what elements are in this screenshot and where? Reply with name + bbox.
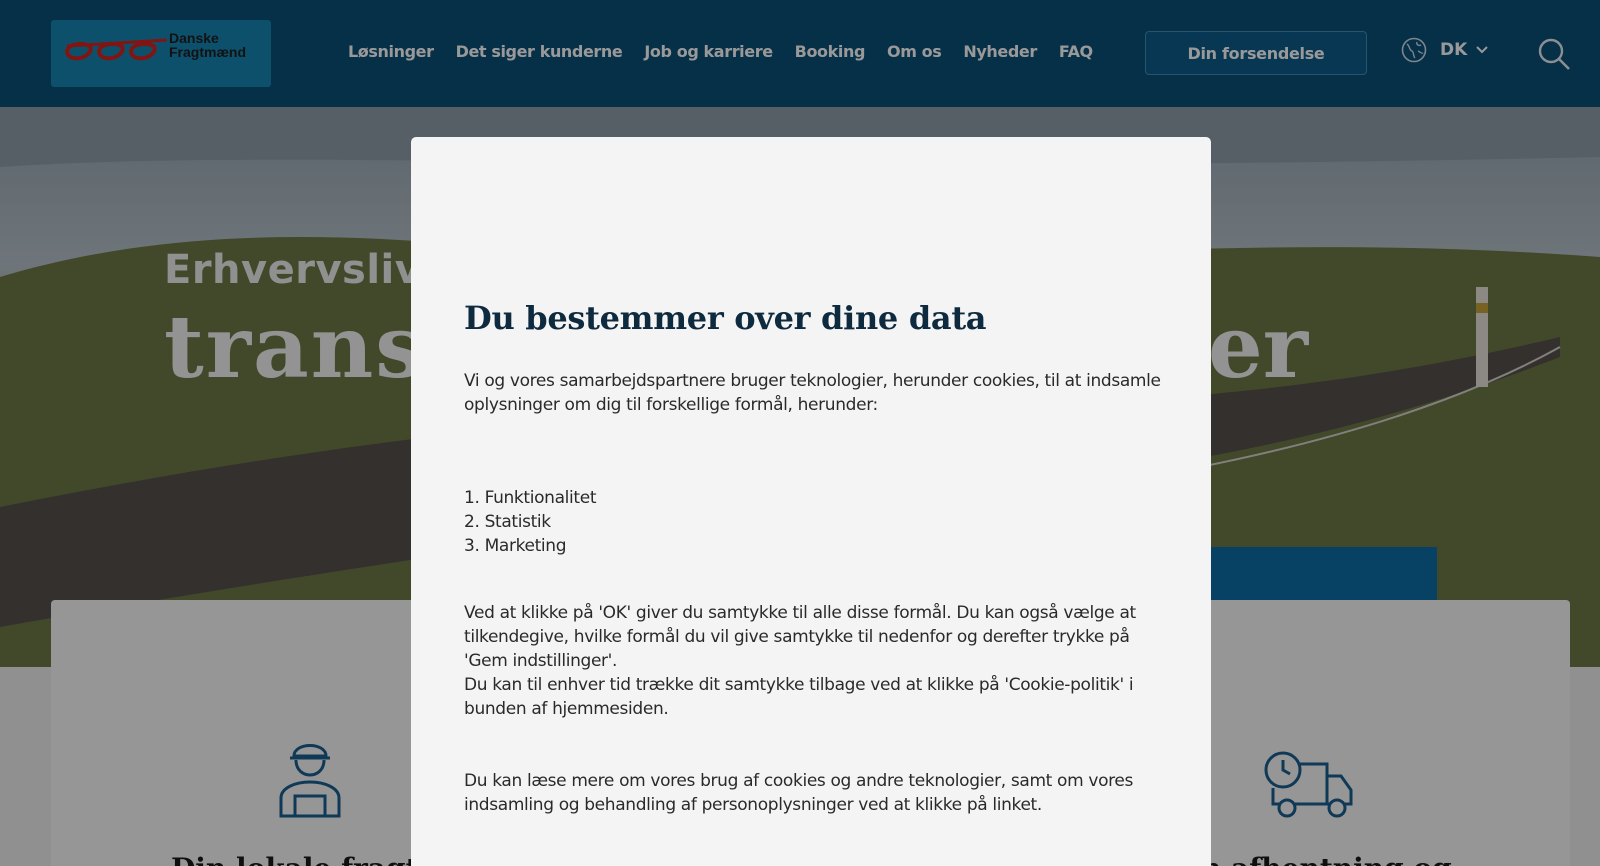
purpose-item-statistik: 2. Statistik [464, 512, 551, 532]
dialog-title: Du bestemmer over dine data [464, 299, 987, 337]
dialog-consent-text: Ved at klikke på 'OK' giver du samtykke … [464, 603, 1136, 671]
dialog-intro-text: Vi og vores samarbejdspartnere bruger te… [464, 371, 1161, 415]
purpose-item-marketing: 3. Marketing [464, 536, 567, 556]
purposes-list: 1. Funktionalitet 2. Statistik 3. Market… [464, 486, 596, 558]
dialog-withdraw-text: Du kan til enhver tid trække dit samtykk… [464, 675, 1134, 719]
dialog-more-info-text: Du kan læse mere om vores brug af cookie… [464, 771, 1134, 815]
purpose-item-funktionalitet: 1. Funktionalitet [464, 488, 597, 508]
cookie-consent-dialog: Du bestemmer over dine data Vi og vores … [411, 137, 1211, 866]
